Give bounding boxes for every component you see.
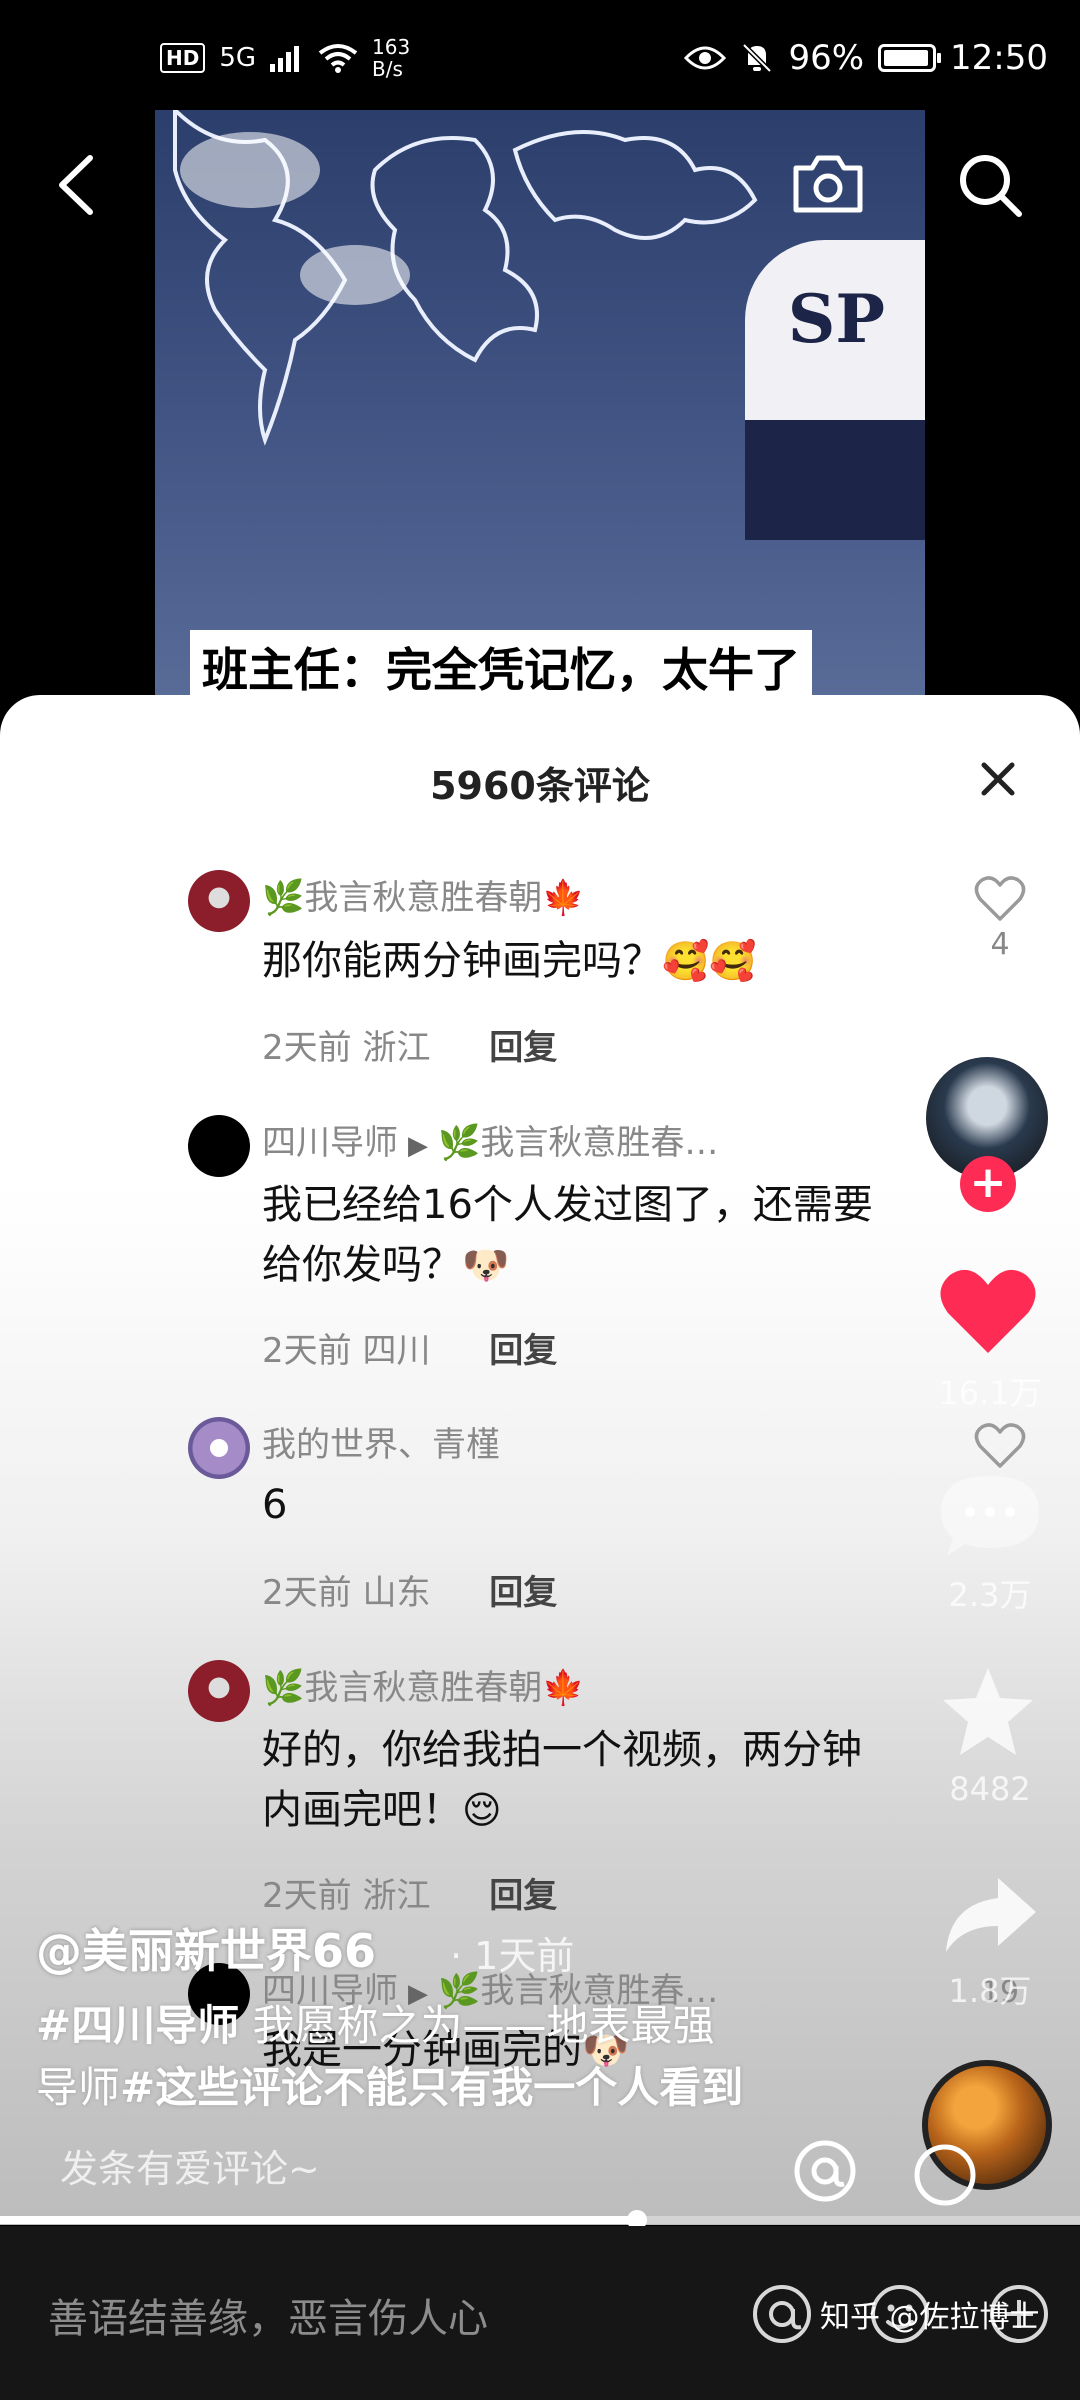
comment-body: 我已经给16个人发过图了，还需要给你发吗？ [262,1182,873,1288]
avatar[interactable] [188,1417,250,1479]
comment-author[interactable]: 🌿我言秋意胜春朝🍁 [262,1660,585,1709]
comment-text: 那你能两分钟画完吗？🥰🥰 [262,931,882,991]
comment-meta: 2天前 四川 回复 [262,1323,557,1372]
description-text: 导师 [36,2063,121,2112]
maple-emoji: 🍁 [542,1668,585,1708]
comment-meta: 2天前 浙江 回复 [262,1020,557,1069]
search-icon[interactable] [955,150,1025,220]
video-posted-time: · 1天前 [450,1934,575,1978]
battery-percent: 96% [788,38,865,78]
video-description: #四川导师 我愿称之为——地表最强 导师#这些评论不能只有我一个人看到 [36,1995,776,2119]
comment-time: 2天前 [262,1028,352,1068]
video-author[interactable]: @美丽新世界66 [36,1915,376,1981]
comment-meta: 2天前 山东 回复 [262,1565,557,1614]
comment-text: 我已经给16个人发过图了，还需要给你发吗？🐶 [262,1175,882,1295]
reply-button[interactable]: 回复 [489,1876,557,1916]
comment-time: 2天前 [262,1876,352,1916]
comment-text: 6 [262,1475,882,1535]
wifi-icon [318,44,358,73]
comment-count-total: 2.3万 [948,1576,1032,1614]
comment-author[interactable]: 四川导师 ▶ 🌿我言秋意胜春… [262,1115,718,1164]
like-heart-icon[interactable] [938,1265,1038,1357]
comment-location: 山东 [362,1573,431,1613]
author-name: 我言秋意胜春朝 [304,878,543,918]
share-arrow-icon[interactable] [940,1870,1040,1960]
comment-body: 那你能两分钟画完吗？ [262,938,662,984]
comment-location: 浙江 [362,1876,431,1916]
avatar[interactable] [188,1115,250,1177]
comments-count-title: 5960条评论 [430,764,650,808]
comment-text: 好的，你给我拍一个视频，两分钟内画完吧！😌 [262,1720,882,1840]
status-left: HD 5G 163 B/s [160,36,410,80]
status-bar: HD 5G 163 B/s 96% 12:50 [0,0,1080,110]
heart-outline-icon[interactable] [974,1422,1026,1470]
description-text: 我愿称之为——地表最强 [239,2001,715,2050]
like-count: 4 [990,927,1010,962]
heart-outline-icon[interactable] [974,875,1026,923]
comment-time: 2天前 [262,1573,352,1613]
comment-bubble-icon[interactable] [935,1470,1045,1560]
follow-button[interactable]: + [960,1156,1016,1212]
close-icon[interactable] [976,757,1020,801]
comment-like[interactable] [972,1422,1028,1474]
comment-like[interactable]: 4 [972,875,1028,962]
comment-time: 2天前 [262,1331,352,1371]
at-mention-icon[interactable] [748,2280,816,2348]
watermark: 知乎 @佐拉博士 [820,2300,1040,2335]
reply-button[interactable]: 回复 [489,1028,557,1068]
comment-body: 6 [262,1482,288,1528]
comment-author[interactable]: 🌿我言秋意胜春朝🍁 [262,870,585,919]
share-count: 1.8万 [948,1972,1032,2010]
video-caption: 班主任：完全凭记忆，太牛了 [190,630,812,704]
author-name: 我言秋意胜春朝 [304,1668,543,1708]
eye-icon [684,46,727,70]
clock: 12:50 [950,38,1048,78]
speed-value: 163 [372,35,411,59]
favorite-count: 8482 [949,1770,1031,1808]
video-progress-bar[interactable] [0,2210,1080,2230]
status-right: 96% 12:50 [684,38,1048,78]
network-speed: 163 B/s [372,36,410,80]
comment-location: 四川 [362,1331,431,1371]
comment-meta: 2天前 浙江 回复 [262,1868,557,1917]
avatar[interactable] [188,1660,250,1722]
leaf-emoji: 🌿 [262,878,305,918]
hashtag[interactable]: #这些评论不能只有我一个人看到 [120,2063,743,2112]
comment-author[interactable]: 我的世界、青槿 [262,1417,500,1466]
video-player[interactable]: SP 班主任：完全凭记忆，太牛了 [0,110,1080,710]
back-icon[interactable] [52,150,102,220]
comment-emoji: 😌 [462,1788,502,1832]
reply-arrow-icon: ▶ [408,1131,428,1161]
reply-button[interactable]: 回复 [489,1331,557,1371]
inline-comment-input[interactable]: 发条有爱评论~ [36,2138,320,2193]
comment-emoji: 🥰🥰 [662,939,757,983]
avatar[interactable] [188,870,250,932]
maple-emoji: 🍁 [542,878,585,918]
jersey-text: SP [787,280,885,358]
author-name: 我的世界、青槿 [262,1425,500,1465]
hashtag[interactable]: #四川导师 [36,2001,239,2050]
inline-placeholder: 发条有爱评论~ [60,2147,320,2191]
leaf-emoji: 🌿 [262,1668,305,1708]
leaf-emoji: 🌿 [438,1123,481,1163]
comment-body: 好的，你给我拍一个视频，两分钟内画完吧！ [262,1727,862,1833]
battery-icon [878,44,942,72]
favorite-star-icon[interactable] [938,1662,1038,1762]
comment-input[interactable]: 善语结善缘，恶言伤人心 [48,2286,488,2344]
progress-fill [0,2216,638,2224]
emoji-icon[interactable] [910,2140,980,2210]
comment-emoji: 🐶 [462,1243,510,1287]
mute-bell-icon [742,43,773,73]
like-count-total: 16.1万 [938,1374,1042,1412]
reply-to-name: 我言秋意胜春… [480,1123,719,1163]
camera-icon[interactable] [790,148,866,218]
speed-unit: B/s [372,57,403,81]
comment-location: 浙江 [362,1028,431,1068]
hd-badge: HD [160,43,206,73]
network-label: 5G [219,43,257,73]
author-name: 四川导师 [262,1123,398,1163]
reply-button[interactable]: 回复 [489,1573,557,1613]
at-mention-icon[interactable] [790,2136,860,2206]
signal-icon [270,46,300,72]
